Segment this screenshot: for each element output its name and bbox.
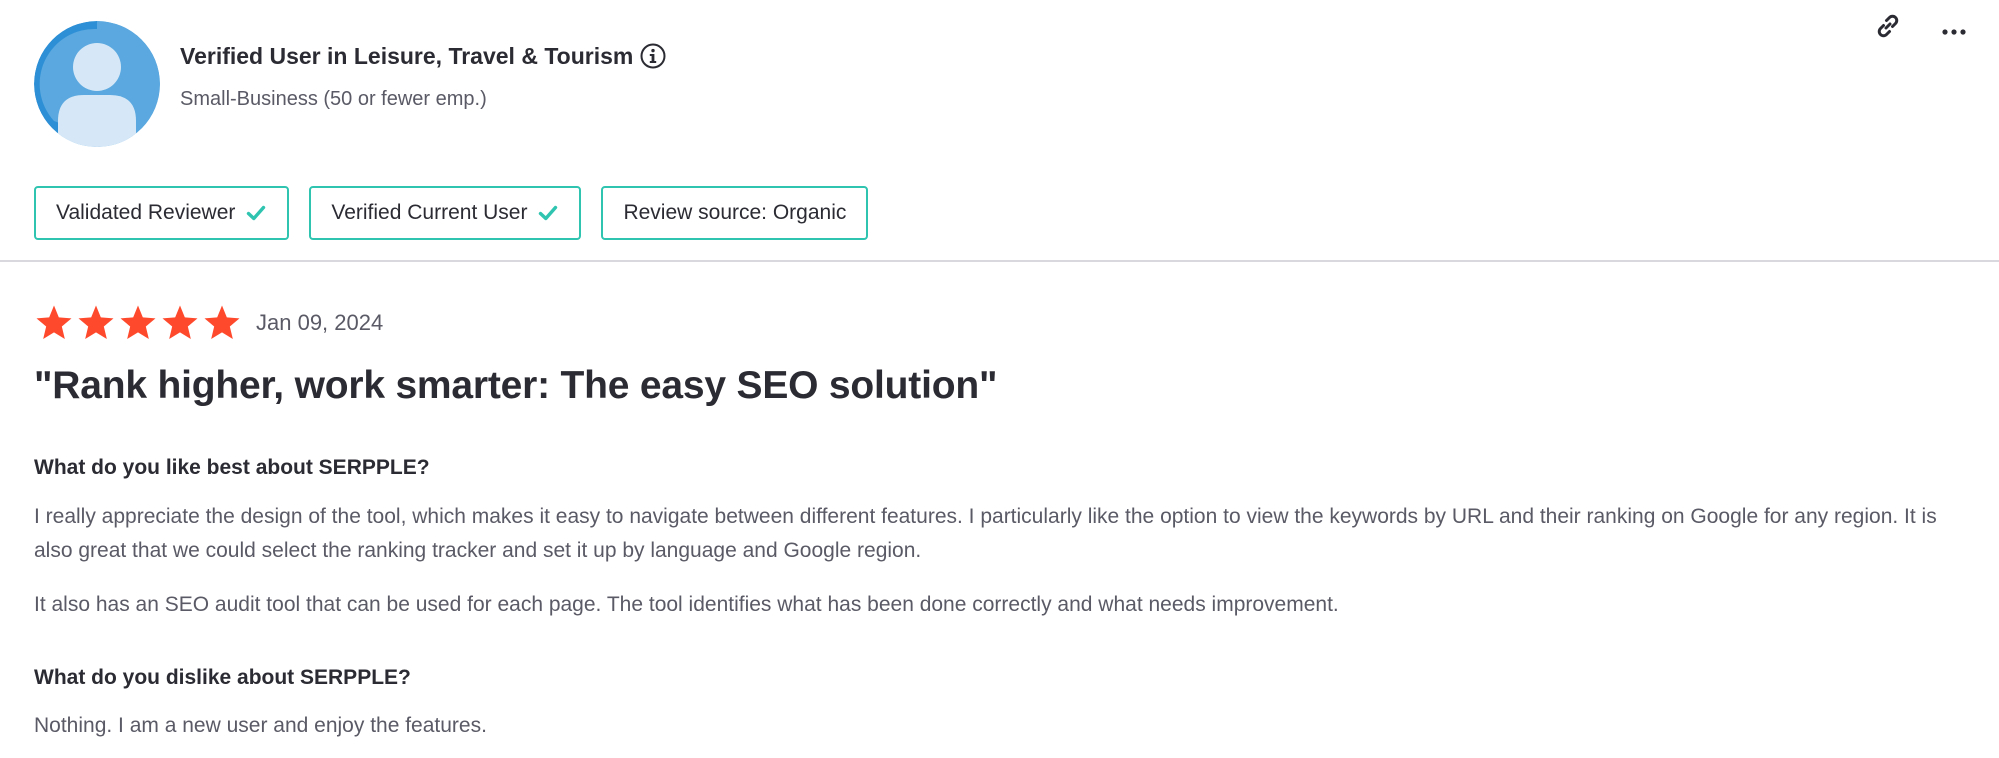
badge-label: Verified Current User bbox=[331, 201, 528, 224]
reviewer-badges: Validated Reviewer Verified Current User… bbox=[34, 186, 869, 240]
check-icon bbox=[537, 202, 559, 224]
info-circle-icon[interactable] bbox=[639, 42, 667, 70]
star-icon bbox=[202, 303, 242, 343]
answer-paragraph: Nothing. I am a new user and enjoy the f… bbox=[34, 714, 487, 737]
more-horizontal-icon[interactable] bbox=[1938, 16, 1970, 48]
star-icon bbox=[118, 303, 158, 343]
badge-label: Review source: Organic bbox=[623, 201, 847, 224]
star-icon bbox=[160, 303, 200, 343]
star-icon bbox=[34, 303, 74, 343]
question-dislike: What do you dislike about SERPPLE? bbox=[34, 666, 411, 689]
review-card: Verified User in Leisure, Travel & Touri… bbox=[0, 0, 1999, 758]
badge-validated-reviewer: Validated Reviewer bbox=[34, 186, 290, 240]
question-like-best: What do you like best about SERPPLE? bbox=[34, 456, 430, 479]
reviewer-header: Verified User in Leisure, Travel & Touri… bbox=[0, 0, 1999, 262]
reviewer-name-row: Verified User in Leisure, Travel & Touri… bbox=[180, 42, 667, 70]
link-icon[interactable] bbox=[1872, 10, 1904, 42]
reviewer-name: Verified User in Leisure, Travel & Touri… bbox=[180, 42, 634, 69]
company-size: Small-Business (50 or fewer emp.) bbox=[180, 88, 487, 110]
star-rating bbox=[34, 303, 242, 343]
answer-paragraph: I really appreciate the design of the to… bbox=[34, 505, 1937, 562]
rating-row: Jan 09, 2024 bbox=[34, 303, 383, 343]
badge-label: Validated Reviewer bbox=[56, 201, 236, 224]
star-icon bbox=[76, 303, 116, 343]
answer-paragraph: It also has an SEO audit tool that can b… bbox=[34, 593, 1339, 616]
badge-review-source: Review source: Organic bbox=[601, 186, 869, 240]
default-user-avatar-icon bbox=[34, 21, 160, 147]
review-date: Jan 09, 2024 bbox=[256, 310, 384, 335]
review-title: "Rank higher, work smarter: The easy SEO… bbox=[34, 364, 998, 407]
check-icon bbox=[245, 202, 267, 224]
badge-verified-current-user: Verified Current User bbox=[309, 186, 582, 240]
